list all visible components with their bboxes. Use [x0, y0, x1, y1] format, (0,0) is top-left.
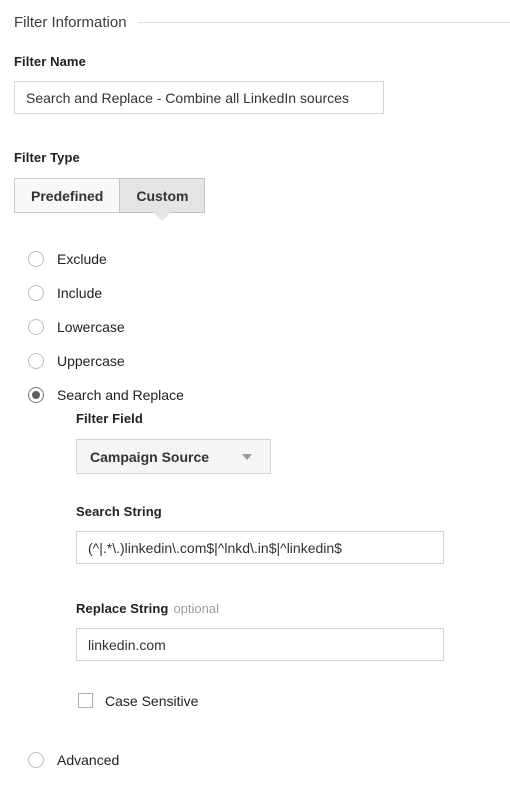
filter-name-label: Filter Name: [14, 54, 86, 69]
filter-field-dropdown[interactable]: Campaign Source: [76, 439, 271, 474]
radio-option-label: Uppercase: [57, 353, 125, 369]
radio-option-label: Advanced: [57, 752, 120, 768]
replace-string-label-text: Replace String: [76, 601, 169, 616]
filter-type-tab-group: Predefined Custom: [14, 178, 206, 221]
radio-option-exclude[interactable]: Exclude: [28, 250, 107, 268]
radio-option-uppercase[interactable]: Uppercase: [28, 352, 125, 370]
filter-field-label: Filter Field: [76, 411, 143, 426]
filter-name-input[interactable]: Search and Replace - Combine all LinkedI…: [14, 81, 384, 114]
radio-option-advanced[interactable]: Advanced: [28, 751, 119, 769]
filter-field-value: Campaign Source: [90, 448, 210, 465]
optional-tag: optional: [173, 601, 219, 616]
replace-string-input[interactable]: linkedin.com: [76, 628, 444, 661]
header-divider: [137, 22, 510, 23]
filter-type-label: Filter Type: [14, 150, 80, 165]
radio-icon: [28, 353, 44, 369]
checkbox-icon: [78, 693, 93, 708]
filter-information-header: Filter Information: [0, 0, 510, 44]
radio-icon-selected: [28, 387, 44, 403]
tab-custom-label: Custom: [136, 187, 189, 204]
radio-option-label: Lowercase: [57, 319, 125, 335]
search-string-label: Search String: [76, 504, 162, 519]
tab-predefined[interactable]: Predefined: [14, 178, 120, 213]
search-string-input[interactable]: (^|.*\.)linkedin\.com$|^lnkd\.in$|^linke…: [76, 531, 444, 564]
radio-option-label: Include: [57, 285, 103, 301]
radio-option-lowercase[interactable]: Lowercase: [28, 318, 125, 336]
case-sensitive-label: Case Sensitive: [105, 692, 199, 709]
radio-option-search-and-replace[interactable]: Search and Replace: [28, 386, 184, 404]
tab-selected-caret-icon: [153, 212, 172, 221]
radio-icon: [28, 285, 44, 301]
radio-icon: [28, 251, 44, 267]
radio-icon: [28, 319, 44, 335]
radio-icon: [28, 752, 44, 768]
replace-string-label: Replace String optional: [76, 601, 219, 616]
case-sensitive-checkbox-row[interactable]: Case Sensitive: [78, 693, 198, 708]
radio-option-label: Search and Replace: [57, 387, 184, 403]
radio-option-include[interactable]: Include: [28, 284, 102, 302]
chevron-down-icon: [242, 453, 252, 460]
radio-option-label: Exclude: [57, 251, 107, 267]
page-title: Filter Information: [14, 13, 127, 31]
tab-custom[interactable]: Custom: [119, 178, 206, 221]
